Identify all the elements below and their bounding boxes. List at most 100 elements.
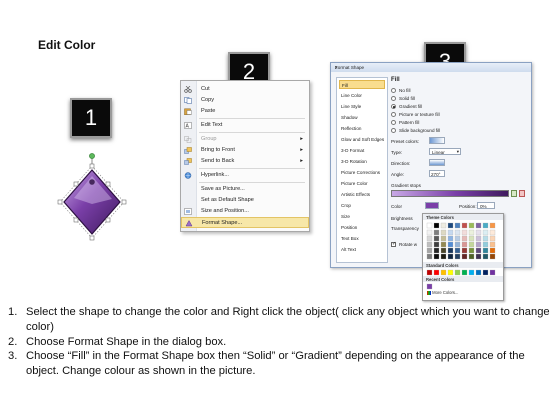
menu-item-paste[interactable]: Paste [181,106,309,117]
standard-color-swatch[interactable] [433,269,440,276]
theme-shade-swatch[interactable] [489,253,496,260]
preset-colors-dropdown[interactable] [429,137,445,144]
category-crop[interactable]: Crop [339,201,385,210]
category-reflection[interactable]: Reflection [339,124,385,133]
menu-item-edit-text[interactable]: A Edit Text [181,120,309,131]
theme-shade-swatch[interactable] [440,241,447,248]
theme-color-swatch[interactable] [447,222,454,229]
category-position[interactable]: Position [339,223,385,232]
theme-shade-swatch[interactable] [461,235,468,242]
menu-item-bring-to-front[interactable]: Bring to Front ▸ [181,145,309,156]
theme-shade-swatch[interactable] [447,247,454,254]
menu-item-save-as-picture[interactable]: Save as Picture... [181,184,309,195]
theme-shade-swatch[interactable] [454,241,461,248]
palette-swatches[interactable] [423,214,503,300]
theme-shade-swatch[interactable] [454,253,461,260]
menu-item-set-default-shape[interactable]: Set as Default Shape [181,195,309,206]
standard-color-swatch[interactable] [461,269,468,276]
theme-shade-swatch[interactable] [433,229,440,236]
theme-shade-swatch[interactable] [426,247,433,254]
standard-color-swatch[interactable] [475,269,482,276]
standard-color-swatch[interactable] [489,269,496,276]
theme-shade-swatch[interactable] [489,247,496,254]
theme-shade-swatch[interactable] [489,229,496,236]
theme-shade-swatch[interactable] [475,253,482,260]
rotate-checkbox[interactable]: ✓ [391,241,396,247]
theme-shade-swatch[interactable] [468,229,475,236]
theme-shade-swatch[interactable] [447,253,454,260]
theme-shade-swatch[interactable] [475,241,482,248]
category-picture-corrections[interactable]: Picture Corrections [339,168,385,177]
theme-shade-swatch[interactable] [482,229,489,236]
theme-shade-swatch[interactable] [482,241,489,248]
theme-color-swatch[interactable] [468,222,475,229]
close-icon[interactable]: x [335,65,528,71]
theme-shade-swatch[interactable] [475,229,482,236]
theme-shade-swatch[interactable] [461,241,468,248]
standard-color-swatch[interactable] [454,269,461,276]
category-text-box[interactable]: Text Box [339,234,385,243]
theme-shade-swatch[interactable] [454,235,461,242]
menu-item-copy[interactable]: Copy [181,95,309,106]
standard-color-swatch[interactable] [440,269,447,276]
menu-item-group[interactable]: Group ▸ [181,134,309,145]
category-artistic-effects[interactable]: Artistic Effects [339,190,385,199]
diamond-shape[interactable] [52,152,130,244]
position-input[interactable]: 0% [477,202,495,209]
theme-shade-swatch[interactable] [461,253,468,260]
theme-color-swatch[interactable] [454,222,461,229]
direction-dropdown[interactable] [429,159,445,166]
theme-color-swatch[interactable] [461,222,468,229]
theme-shade-swatch[interactable] [426,241,433,248]
type-select[interactable]: Linear ▾ [429,148,461,155]
standard-color-swatch[interactable] [468,269,475,276]
standard-color-swatch[interactable] [447,269,454,276]
theme-color-swatch[interactable] [433,222,440,229]
theme-shade-swatch[interactable] [440,235,447,242]
theme-shade-swatch[interactable] [468,253,475,260]
theme-shade-swatch[interactable] [447,229,454,236]
theme-shade-swatch[interactable] [426,229,433,236]
pattern-fill-radio[interactable] [391,120,396,125]
theme-shade-swatch[interactable] [426,253,433,260]
slide-bg-fill-radio[interactable] [391,128,396,133]
solid-fill-radio[interactable] [391,96,396,101]
category-picture-color[interactable]: Picture Color [339,179,385,188]
theme-shade-swatch[interactable] [468,235,475,242]
more-colors-button[interactable]: More Colors... [427,290,458,295]
menu-item-hyperlink[interactable]: Hyperlink... [181,170,309,181]
theme-shade-swatch[interactable] [440,229,447,236]
theme-shade-swatch[interactable] [440,253,447,260]
theme-shade-swatch[interactable] [433,235,440,242]
theme-shade-swatch[interactable] [482,253,489,260]
theme-shade-swatch[interactable] [433,253,440,260]
theme-shade-swatch[interactable] [461,247,468,254]
standard-color-swatch[interactable] [482,269,489,276]
theme-color-swatch[interactable] [440,222,447,229]
menu-item-size-position[interactable]: Size and Position... [181,206,309,217]
category-fill[interactable]: Fill [339,80,385,89]
theme-shade-swatch[interactable] [454,229,461,236]
gradient-stops-bar[interactable] [391,190,509,197]
category-3d-rotation[interactable]: 3-D Rotation [339,157,385,166]
picture-fill-radio[interactable] [391,112,396,117]
theme-shade-swatch[interactable] [482,235,489,242]
category-shadow[interactable]: Shadow [339,113,385,122]
theme-color-swatch[interactable] [475,222,482,229]
menu-item-cut[interactable]: Cut [181,84,309,95]
category-3d-format[interactable]: 3-D Format [339,146,385,155]
theme-color-swatch[interactable] [426,222,433,229]
standard-color-swatch[interactable] [426,269,433,276]
recent-color-swatch[interactable] [426,283,433,290]
theme-shade-swatch[interactable] [461,229,468,236]
theme-shade-swatch[interactable] [447,235,454,242]
no-fill-radio[interactable] [391,88,396,93]
remove-stop-icon[interactable] [519,190,525,197]
menu-item-format-shape[interactable]: Format Shape... [181,217,309,228]
theme-shade-swatch[interactable] [475,235,482,242]
theme-shade-swatch[interactable] [426,235,433,242]
theme-shade-swatch[interactable] [433,241,440,248]
category-glow[interactable]: Glow and Soft Edges [339,135,385,144]
theme-shade-swatch[interactable] [468,241,475,248]
theme-color-swatch[interactable] [482,222,489,229]
